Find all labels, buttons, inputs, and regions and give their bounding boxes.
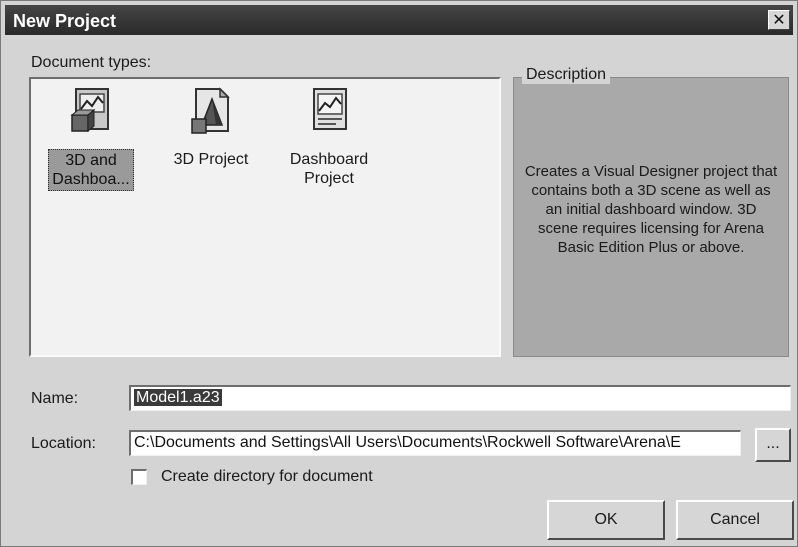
- location-label: Location:: [31, 435, 96, 452]
- location-input[interactable]: C:\Documents and Settings\All Users\Docu…: [129, 430, 741, 456]
- 3d-dashboard-icon: [70, 88, 109, 133]
- name-value: Model1.a23: [134, 389, 222, 406]
- cancel-label: Cancel: [710, 511, 760, 528]
- close-button[interactable]: ✕: [768, 10, 790, 30]
- new-project-dialog: New Project ✕ Document types: 3D and Das…: [0, 0, 798, 547]
- create-directory-label[interactable]: Create directory for document: [161, 468, 373, 486]
- name-label: Name:: [31, 390, 79, 407]
- document-types-label: Document types:: [31, 54, 152, 71]
- ok-label: OK: [594, 511, 618, 528]
- description-group: Description Creates a Visual Designer pr…: [513, 66, 789, 357]
- ok-button[interactable]: OK: [547, 500, 665, 540]
- description-legend: Description: [522, 66, 611, 84]
- cancel-button[interactable]: Cancel: [676, 500, 794, 540]
- doc-type-3d-project[interactable]: 3D Project: [159, 85, 263, 170]
- document-types-list[interactable]: 3D and Dashboa... 3D Project Dashboard P…: [29, 77, 501, 357]
- browse-label: ...: [766, 435, 780, 452]
- dashboard-project-icon: [313, 88, 347, 130]
- doc-type-label: 3D Project: [173, 151, 249, 168]
- browse-button[interactable]: ...: [755, 428, 791, 462]
- dialog-title: New Project: [13, 11, 117, 31]
- create-directory-checkbox[interactable]: [131, 469, 147, 485]
- description-text: Creates a Visual Designer project that c…: [524, 163, 778, 256]
- doc-type-label: 3D and Dashboa...: [48, 149, 134, 191]
- doc-type-dashboard-project[interactable]: Dashboard Project: [277, 85, 381, 189]
- title-bar[interactable]: New Project ✕: [5, 5, 793, 35]
- location-value: C:\Documents and Settings\All Users\Docu…: [134, 434, 681, 451]
- name-input[interactable]: Model1.a23: [129, 385, 791, 411]
- 3d-project-icon: [191, 87, 230, 134]
- doc-type-3d-and-dashboard[interactable]: 3D and Dashboa...: [39, 85, 143, 191]
- doc-type-label: Dashboard Project: [289, 151, 369, 187]
- close-icon: ✕: [772, 12, 786, 29]
